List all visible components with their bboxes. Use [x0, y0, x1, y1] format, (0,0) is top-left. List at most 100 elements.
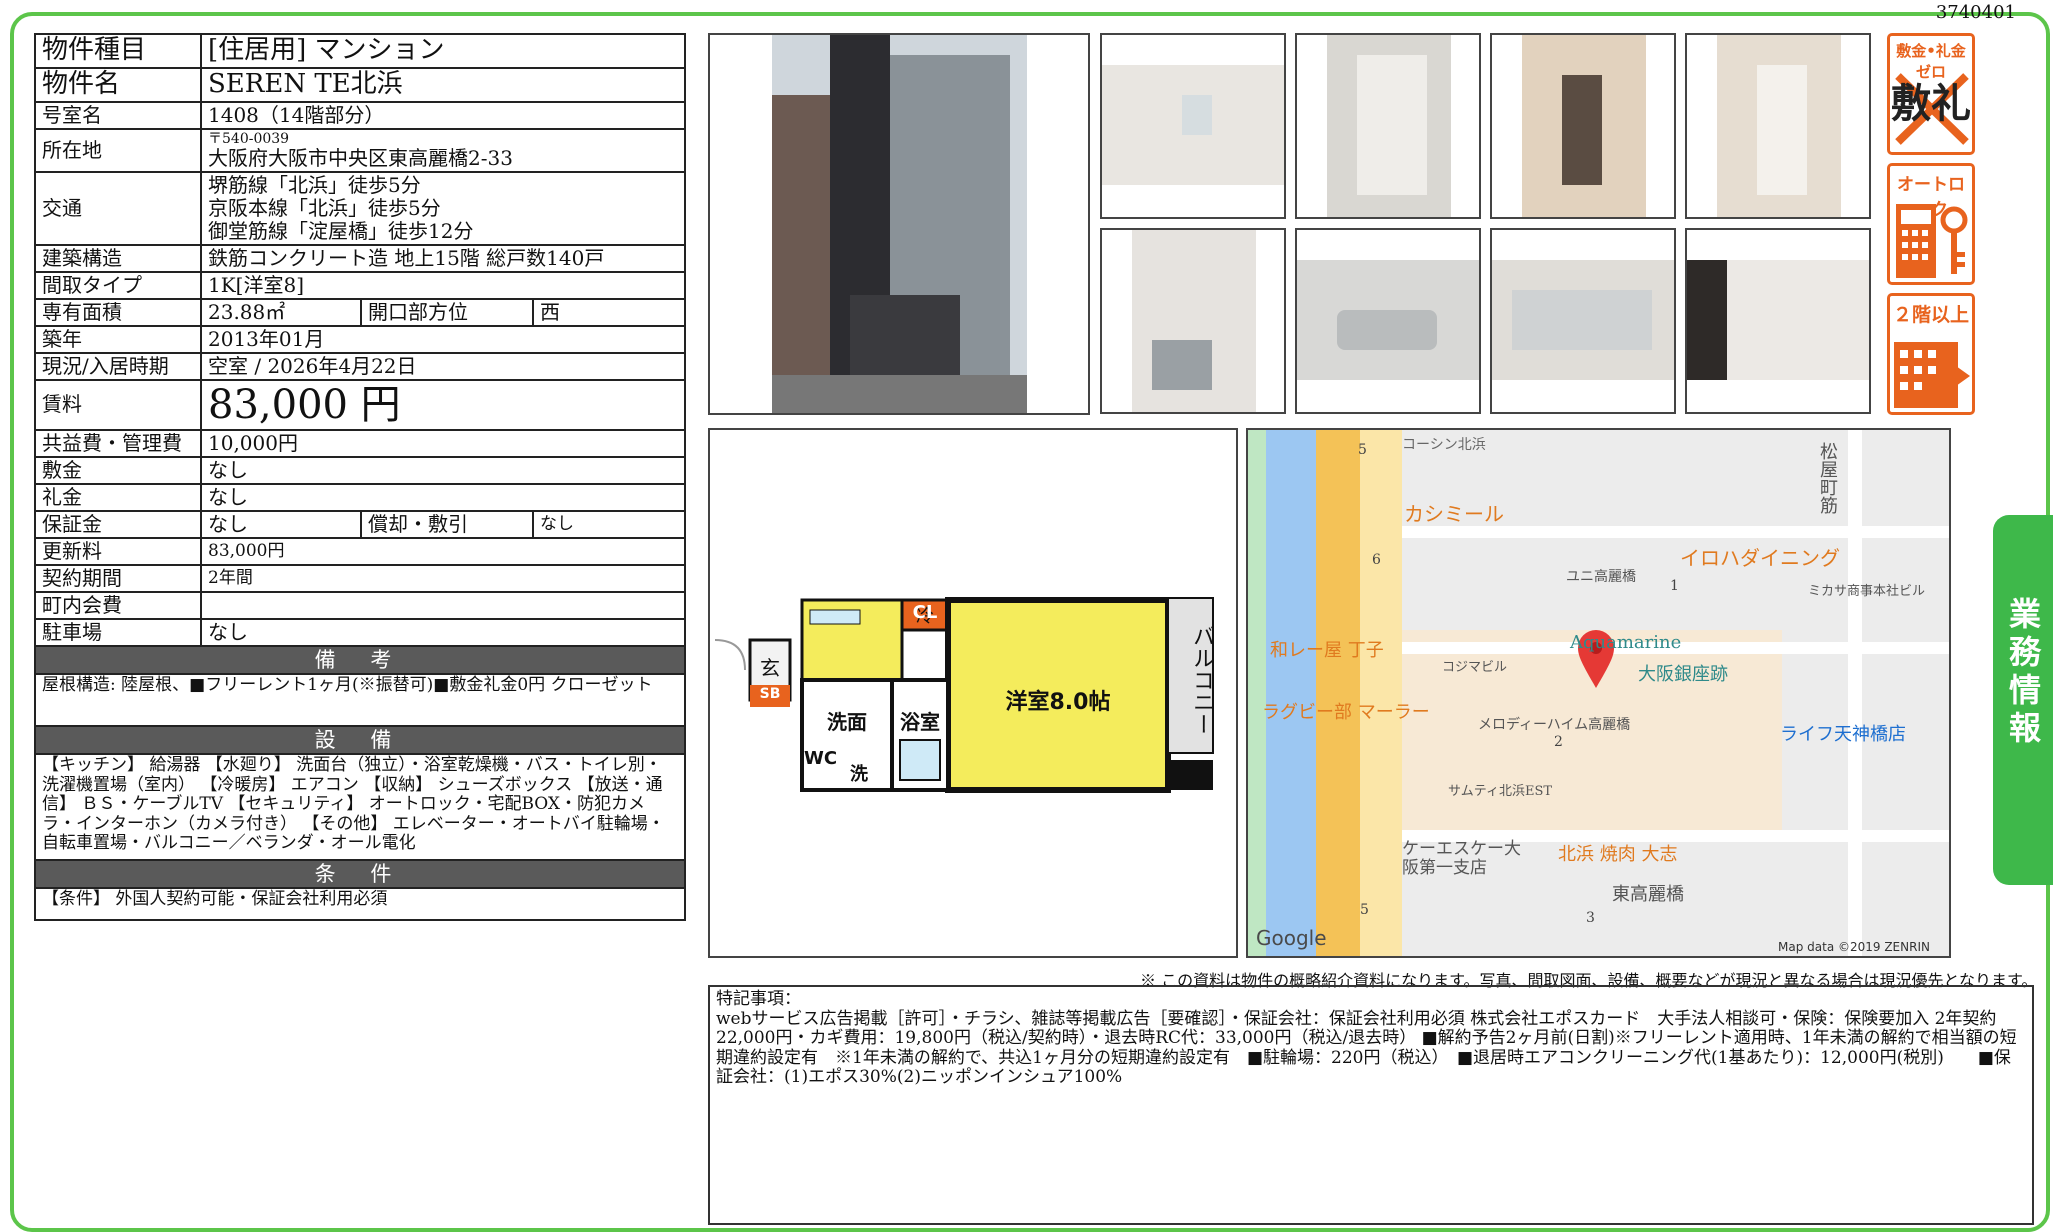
name-label: 物件名: [34, 66, 202, 103]
row-renewal: 更新料 83,000円: [34, 536, 686, 566]
rent-label: 賃料: [34, 378, 202, 431]
room-label-laundry: 洗: [850, 764, 868, 785]
map-label: ミカサ商事本社ビル: [1808, 584, 1926, 599]
business-info-tab-label: 業務情報: [2004, 597, 2042, 749]
area-value: 23.88㎡: [200, 297, 362, 327]
special-notes: 特記事項： webサービス広告掲載［許可］・チラシ、雑誌等掲載広告［要確認］・保…: [708, 985, 2034, 1225]
room-label: 号室名: [34, 100, 202, 130]
badge-2f-label: ２階以上: [1892, 304, 1969, 326]
room-label-closet: CL: [912, 602, 938, 623]
renewal-label: 更新料: [34, 536, 202, 566]
row-parking: 駐車場 なし: [34, 617, 686, 647]
rent-value: 83,000 円: [200, 378, 686, 431]
map-number: 3: [1586, 910, 1595, 926]
interior-photo: [1100, 33, 1286, 219]
map-label: ユニ高麗橋: [1566, 569, 1636, 585]
row-room: 号室名 1408（14階部分）: [34, 100, 686, 130]
row-transit: 交通 堺筋線「北浜」徒歩5分 京阪本線「北浜」徒歩5分 御堂筋線「淀屋橋」徒歩1…: [34, 170, 686, 246]
building-photo: [708, 33, 1090, 415]
map-label: サムティ北浜EST: [1448, 784, 1553, 799]
interior-photo: [1685, 33, 1871, 219]
map-label: コジマビル: [1442, 660, 1508, 675]
layout-value: 1K[洋室8]: [200, 270, 686, 300]
row-community: 町内会費: [34, 590, 686, 620]
conditions-heading: 条 件: [34, 859, 686, 890]
special-notes-title: 特記事項：: [716, 989, 801, 1009]
map-label: 和レー屋 丁子: [1270, 640, 1384, 661]
map-number: 5: [1360, 902, 1369, 918]
business-info-tab[interactable]: 業務情報: [1993, 515, 2053, 885]
interior-photo: [1100, 228, 1286, 414]
room-label-shoebox: SB: [759, 686, 781, 702]
row-rent: 賃料 83,000 円: [34, 378, 686, 431]
structure-label: 建築構造: [34, 243, 202, 273]
name-value: SEREN TE北浜: [200, 66, 686, 103]
renewal-value: 83,000円: [200, 536, 686, 566]
room-value: 1408（14階部分）: [200, 100, 686, 130]
transit-line: 御堂筋線「淀屋橋」徒歩12分: [208, 218, 474, 243]
deposit-value: なし: [200, 455, 686, 485]
amort-label: 償却・敷引: [360, 509, 534, 539]
row-address: 所在地 〒540-0039 大阪府大阪市中央区東高麗橋2-33: [34, 127, 686, 173]
row-status: 現況/入居時期 空室 / 2026年4月22日: [34, 351, 686, 381]
row-deposit: 敷金 なし: [34, 455, 686, 485]
room-label-washroom: 洗面: [827, 710, 867, 734]
map-label: ケーエスケー大阪第一支店: [1402, 839, 1521, 878]
equipment-text: 【キッチン】 給湯器 【水廻り】 洗面台（独立）・浴室乾燥機・バス・トイレ別・洗…: [34, 753, 686, 862]
layout-label: 間取タイプ: [34, 270, 202, 300]
community-value: [200, 590, 686, 620]
map-label: 大阪銀座跡: [1638, 664, 1728, 685]
status-label: 現況/入居時期: [34, 351, 202, 381]
map-number: 6: [1372, 552, 1381, 568]
building-icon: [1894, 342, 1970, 408]
row-name: 物件名 SEREN TE北浜: [34, 66, 686, 103]
row-area: 専有面積 23.88㎡ 開口部方位 西: [34, 297, 686, 327]
postal-code: 〒540-0039: [208, 130, 290, 147]
interior-photo: [1685, 228, 1871, 414]
interior-photo: [1295, 228, 1481, 414]
parking-value: なし: [200, 617, 686, 647]
parking-label: 駐車場: [34, 617, 202, 647]
row-keymoney: 礼金 なし: [34, 482, 686, 512]
interior-photo: [1490, 33, 1676, 219]
map-label: コーシン北浜: [1402, 437, 1486, 453]
address-value: 大阪府大阪市中央区東高麗橋2-33: [208, 145, 513, 170]
row-layout: 間取タイプ 1K[洋室8]: [34, 270, 686, 300]
fee-value: 10,000円: [200, 428, 686, 458]
contract-value: 2年間: [200, 563, 686, 593]
map-label: ライフ天神橋店: [1780, 724, 1906, 745]
built-label: 築年: [34, 324, 202, 354]
remarks-text: 屋根構造: 陸屋根、■フリーレント1ヶ月(※振替可)■敷金礼金0円 クローゼット: [34, 673, 686, 728]
map: コーシン北浜 カシミール イロハダイニング ユニ高麗橋 ミカサ商事本社ビル 和レ…: [1246, 428, 1951, 958]
row-built: 築年 2013年01月: [34, 324, 686, 354]
map-credit: Map data ©2019 ZENRIN: [1778, 940, 1930, 954]
amort-value: なし: [532, 509, 686, 539]
room-label-bath: 浴室: [900, 710, 940, 734]
room-label-entrance: 玄: [760, 656, 780, 680]
property-table: 物件種目 [住居用] マンション 物件名 SEREN TE北浜 号室名 1408…: [34, 33, 686, 922]
transit-line: 京阪本線「北浜」徒歩5分: [208, 195, 441, 220]
keymoney-glyph: 礼: [1931, 81, 1971, 127]
address-label: 所在地: [34, 127, 202, 173]
contract-label: 契約期間: [34, 563, 202, 593]
room-label-balcony: バルコニー: [1189, 625, 1214, 735]
conditions-text: 【条件】 外国人契約可能・保証会社利用必須: [34, 887, 686, 922]
interior-photo: [1295, 33, 1481, 219]
map-label: イロハダイニング: [1680, 546, 1840, 570]
community-label: 町内会費: [34, 590, 202, 620]
guarantee-value: なし: [200, 509, 362, 539]
transit-line: 堺筋線「北浜」徒歩5分: [208, 172, 421, 197]
keymoney-label: 礼金: [34, 482, 202, 512]
map-number: 2: [1554, 734, 1563, 750]
row-guarantee: 保証金 なし 償却・敷引 なし: [34, 509, 686, 539]
map-label: 松屋町筋: [1817, 442, 1838, 514]
transit-label: 交通: [34, 170, 202, 246]
badge-autolock: オートロック: [1887, 163, 1975, 285]
area-label: 専有面積: [34, 297, 202, 327]
badge-2f-above: ２階以上: [1887, 293, 1975, 415]
row-structure: 建築構造 鉄筋コンクリート造 地上15階 総戸数140戸: [34, 243, 686, 273]
direction-value: 西: [532, 297, 686, 327]
structure-value: 鉄筋コンクリート造 地上15階 総戸数140戸: [200, 243, 686, 273]
status-value: 空室 / 2026年4月22日: [200, 351, 686, 381]
map-label: ラグビー部 マーラー: [1262, 702, 1430, 723]
